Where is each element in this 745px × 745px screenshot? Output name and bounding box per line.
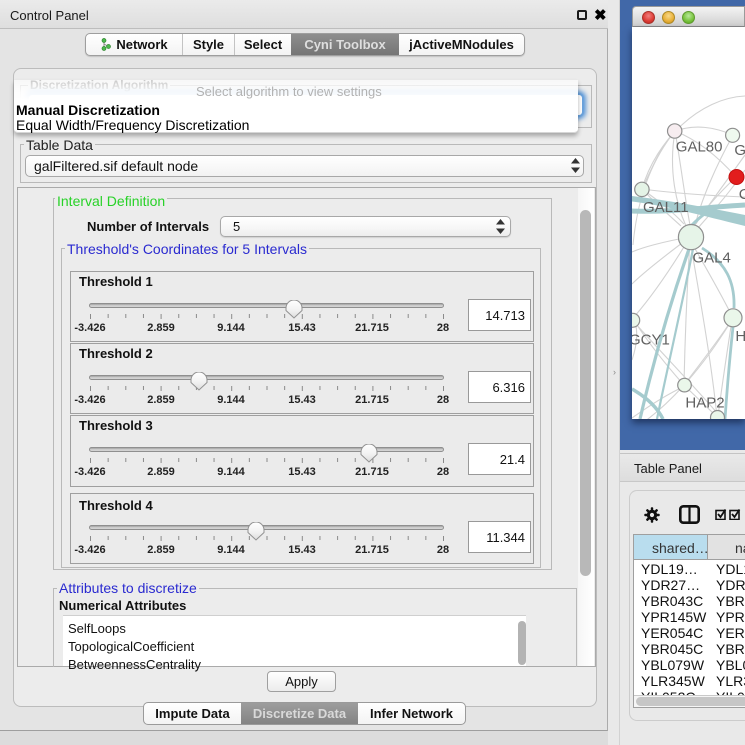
svg-text:GAL11: GAL11 xyxy=(643,199,689,216)
svg-text:GA: GA xyxy=(734,142,745,159)
svg-text:GAL80: GAL80 xyxy=(676,139,723,156)
svg-text:HAP2: HAP2 xyxy=(685,395,724,412)
svg-text:H: H xyxy=(735,328,745,345)
svg-text:GCY1: GCY1 xyxy=(632,332,670,349)
svg-text:GAL4: GAL4 xyxy=(693,250,731,267)
svg-text:C: C xyxy=(739,186,745,203)
